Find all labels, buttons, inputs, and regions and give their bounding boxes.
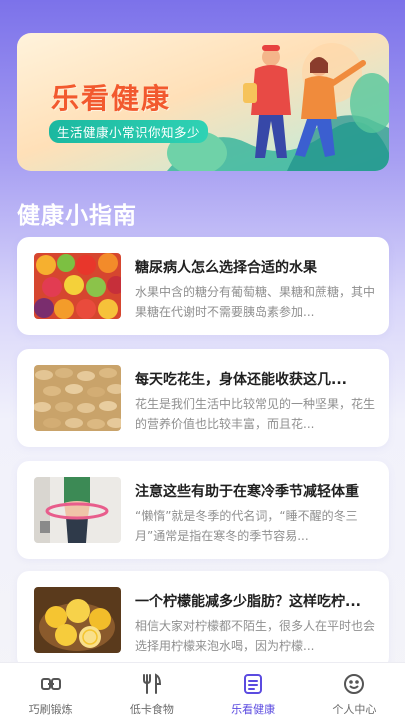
article-title: 每天吃花生，身体还能收获这几...: [135, 372, 347, 388]
tab-label: 个人中心: [332, 703, 377, 716]
article-thumbnail-peanuts: [34, 365, 121, 431]
link-icon: [40, 678, 61, 690]
tab-label: 巧刷锻炼: [28, 703, 73, 716]
section-title: 健康小指南: [17, 203, 137, 229]
tab-health[interactable]: 乐看健康: [203, 663, 304, 720]
fork-knife-icon: [142, 673, 161, 694]
article-card[interactable]: 每天吃花生，身体还能收获这几... 花生是我们生活中比较常见的一种坚果，花生的营…: [17, 349, 389, 447]
tab-label: 乐看健康: [231, 703, 276, 716]
article-title: 糖尿病人怎么选择合适的水果: [135, 260, 317, 276]
tab-label: 低卡食物: [129, 703, 174, 716]
banner-subtitle: 生活健康小常识你知多少: [49, 120, 209, 143]
banner-title: 乐看健康: [51, 82, 172, 115]
article-card[interactable]: 一个柠檬能减多少脂肪？这样吃柠... 相信大家对柠檬都不陌生，很多人在平时也会选…: [17, 571, 389, 669]
article-description: 水果中含的糖分有葡萄糖、果糖和蔗糖，其中果糖在代谢时不需要胰岛素参加...: [135, 285, 376, 319]
tab-low-cal-food[interactable]: 低卡食物: [101, 663, 202, 720]
tab-profile[interactable]: 个人中心: [304, 663, 405, 720]
bottom-tab-bar: 巧刷锻炼 低卡食物 乐看健康 个人中心: [0, 662, 405, 720]
article-card[interactable]: 注意这些有助于在寒冷季节减轻体重 “懒惰”就是冬季的代名词，“睡不醒的冬三月”通…: [17, 461, 389, 559]
article-thumbnail-fruits: [34, 253, 121, 319]
list-icon: [244, 674, 263, 694]
article-card[interactable]: 糖尿病人怎么选择合适的水果 水果中含的糖分有葡萄糖、果糖和蔗糖，其中果糖在代谢时…: [17, 237, 389, 335]
face-icon: [344, 674, 365, 694]
article-description: “懒惰”就是冬季的代名词，“睡不醒的冬三月”通常是指在寒冬的季节容易...: [135, 509, 358, 543]
article-description: 花生是我们生活中比较常见的一种坚果，花生的营养价值也比较丰富，而且花...: [135, 397, 376, 431]
hero-banner[interactable]: 乐看健康 生活健康小常识你知多少: [17, 33, 389, 171]
article-description: 相信大家对柠檬都不陌生，很多人在平时也会选择用柠檬来泡水喝，因为柠檬...: [135, 619, 376, 653]
article-thumbnail-hula-hoop: [34, 477, 121, 543]
banner-illustration: [167, 43, 389, 171]
tab-exercise[interactable]: 巧刷锻炼: [0, 663, 101, 720]
article-title: 一个柠檬能减多少脂肪？这样吃柠...: [135, 594, 361, 610]
article-title: 注意这些有助于在寒冷季节减轻体重: [135, 484, 359, 500]
article-thumbnail-lemons: [34, 587, 121, 653]
